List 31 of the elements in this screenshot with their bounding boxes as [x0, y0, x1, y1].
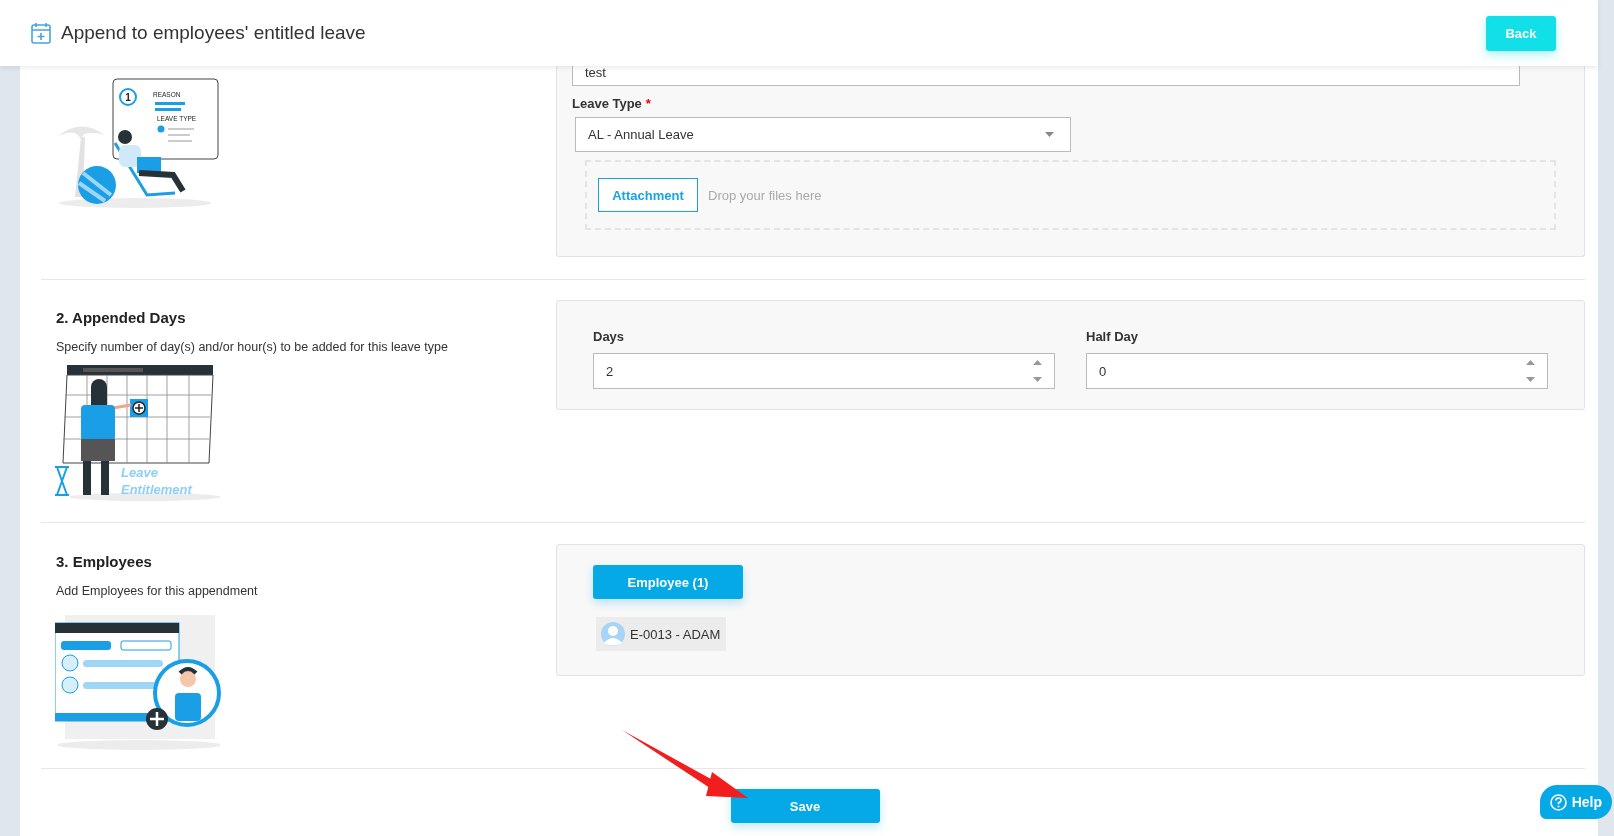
page-title: Append to employees' entitled leave	[61, 22, 366, 44]
illustration-label: Leave	[121, 465, 158, 480]
avatar-icon	[601, 622, 625, 646]
section-heading: 3. Employees	[56, 553, 153, 570]
leave-type-select[interactable]: AL - Annual Leave	[575, 117, 1071, 152]
required-mark: *	[645, 96, 651, 111]
section-description: Add Employees for this appendment	[56, 584, 259, 598]
caret-icon	[1045, 132, 1054, 137]
section-description: Specify number of day(s) and/or hour(s) to be added for this leave type	[56, 340, 449, 354]
help-icon	[1549, 793, 1567, 811]
field-label: Leave Type *	[572, 96, 652, 112]
employee-name: E-0013 - ADAM	[630, 626, 721, 642]
file-drop-zone[interactable]: Attachment Drop your files here	[585, 160, 1556, 230]
spinner-icon[interactable]	[1033, 360, 1042, 382]
reason-field[interactable]: test	[572, 66, 1520, 86]
help-button[interactable]: Help	[1539, 785, 1612, 819]
step-number: 1	[125, 92, 131, 103]
employee-chip[interactable]: E-0013 - ADAM	[596, 617, 727, 651]
attachment-button[interactable]: Attachment	[598, 178, 698, 212]
field-label: Half Day	[1086, 329, 1140, 345]
drop-hint: Drop your files here	[708, 187, 822, 203]
back-button[interactable]: Back	[1486, 15, 1556, 51]
employee-button[interactable]: Employee (1)	[593, 565, 743, 599]
field-label: Days	[593, 329, 626, 345]
illustration-label: Entitlement	[121, 482, 192, 497]
spinner-icon[interactable]	[1526, 360, 1535, 382]
number-field[interactable]: 0	[1086, 353, 1548, 389]
number-field[interactable]: 2	[593, 353, 1055, 389]
save-button[interactable]: Save	[730, 789, 880, 823]
section-heading: 2. Appended Days	[56, 309, 187, 326]
calendar-plus-icon	[31, 22, 51, 44]
